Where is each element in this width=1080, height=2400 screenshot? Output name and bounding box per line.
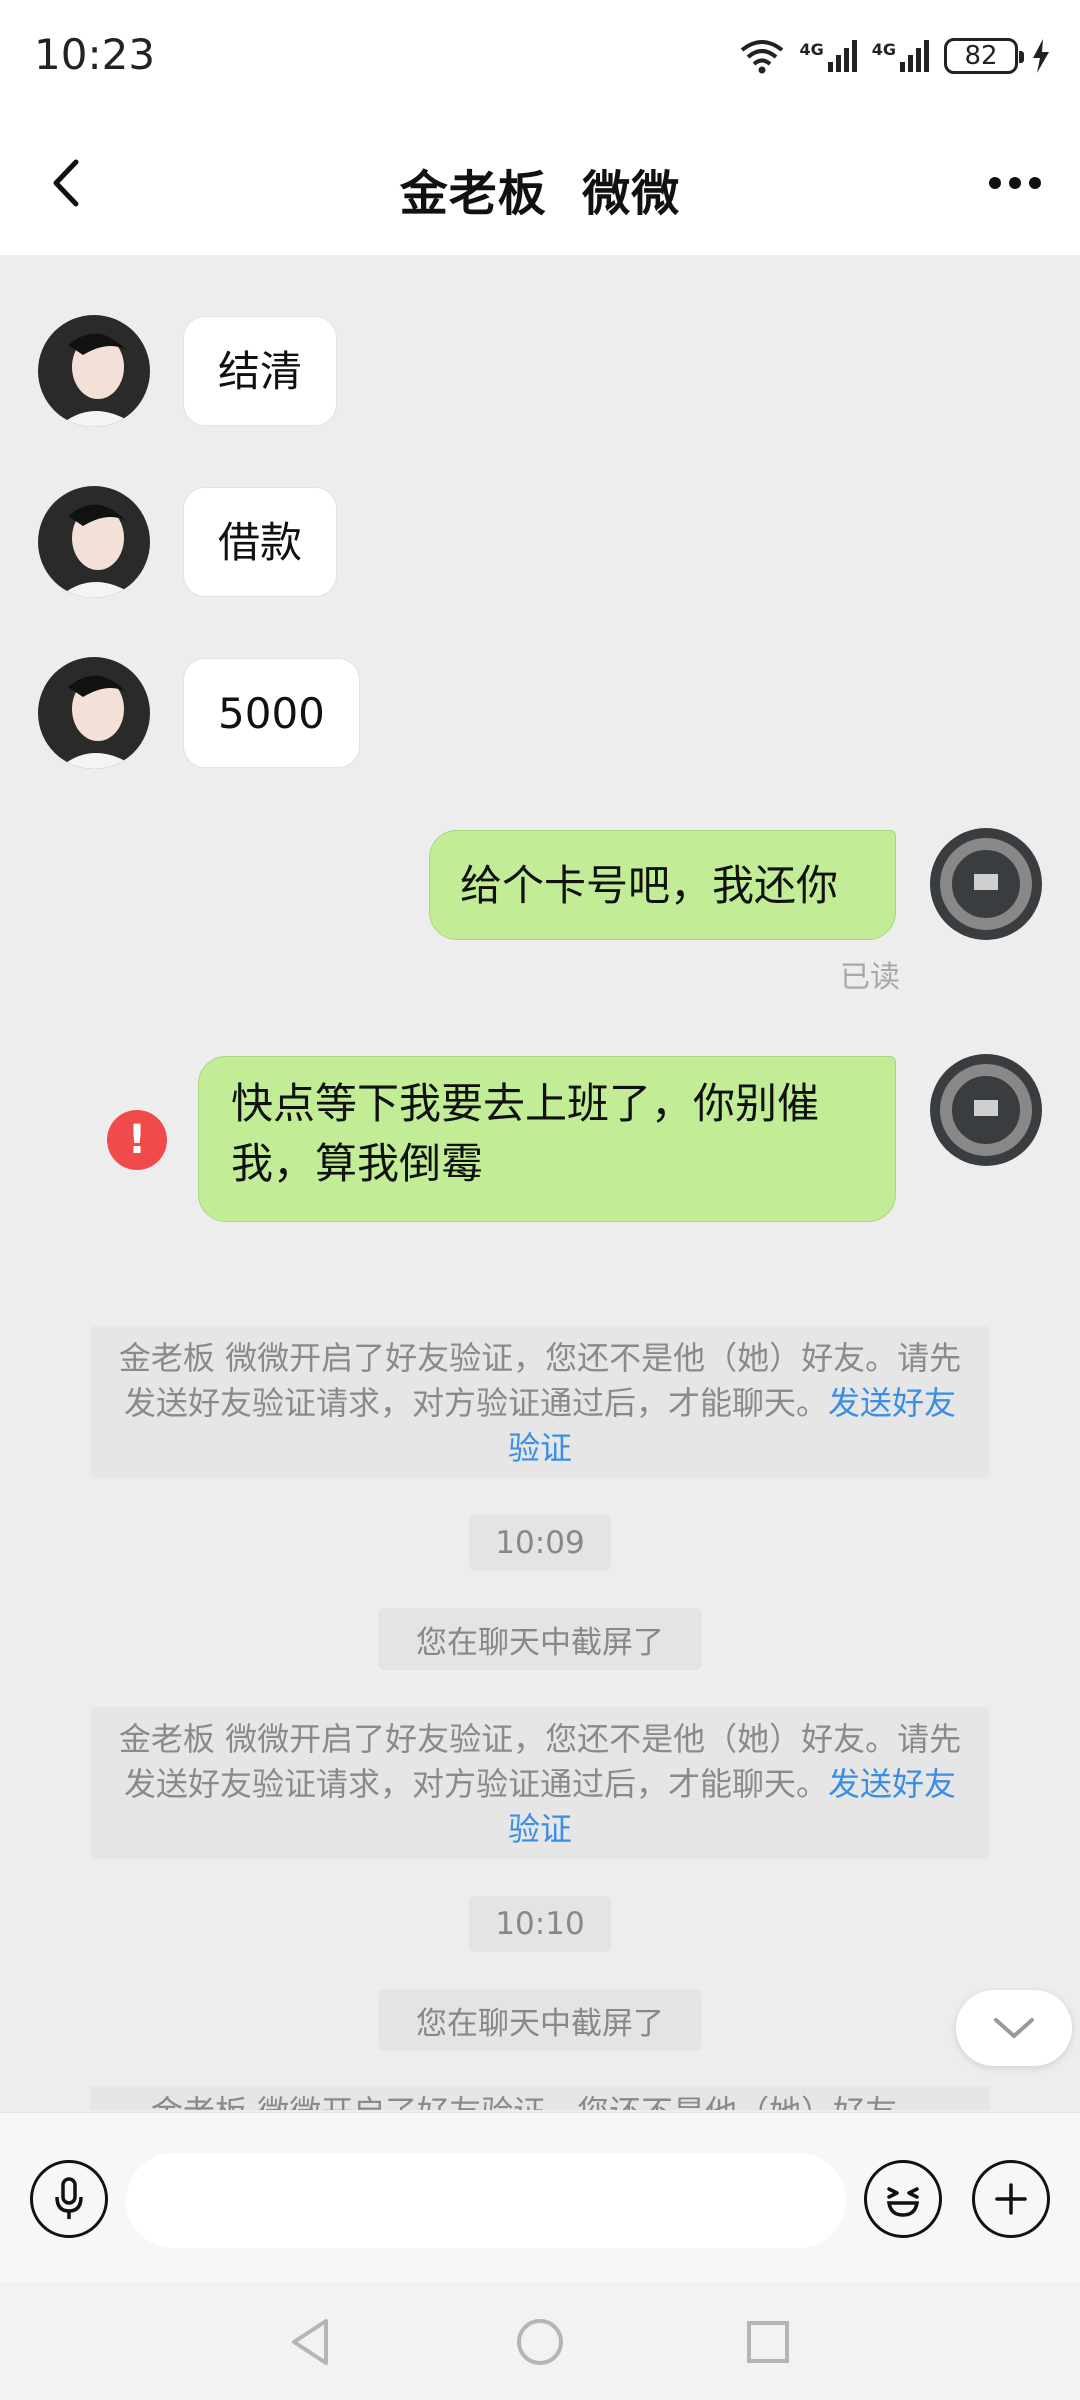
friend-verification-notice: 金老板 微微开启了好友验证，您还不是他（她）好友。请先发送好友验证请求，对方验证…	[90, 1707, 990, 1859]
plus-icon	[995, 2183, 1027, 2215]
avatar-image	[38, 486, 150, 598]
network-type-label: 4G	[871, 40, 896, 59]
my-avatar[interactable]	[930, 828, 1042, 940]
contact-avatar[interactable]	[38, 315, 150, 427]
chat-title: 金老板 微微	[399, 166, 681, 222]
ellipsis-icon	[989, 176, 1041, 189]
system-navigation-bar	[0, 2282, 1080, 2400]
chat-screen: 10:23 4G 4G 82 金老板 微微 结清 借款 5000 给个卡号吧，我…	[0, 0, 1080, 2400]
message-bubble-received[interactable]: 结清	[183, 316, 338, 426]
exclamation-icon[interactable]: !	[107, 1110, 167, 1170]
nav-back-button[interactable]	[280, 2312, 340, 2372]
voice-button[interactable]	[30, 2160, 108, 2238]
charging-bolt-icon	[1033, 39, 1049, 73]
input-bar	[0, 2112, 1080, 2283]
emoji-button[interactable]	[864, 2160, 942, 2238]
message-bubble-received[interactable]: 借款	[183, 487, 338, 597]
message-bubble-sent[interactable]: 快点等下我要去上班了，你别催我，算我倒霉	[198, 1056, 896, 1222]
avatar-image	[38, 657, 150, 769]
status-bar: 10:23 4G 4G 82	[0, 0, 1080, 110]
my-avatar[interactable]	[930, 1054, 1042, 1166]
chevron-down-icon	[994, 2018, 1034, 2038]
smiley-icon	[886, 2187, 920, 2217]
battery-indicator: 82	[944, 38, 1024, 74]
screenshot-notice: 您在聊天中截屏了	[378, 1989, 702, 2051]
signal-bars-icon	[827, 40, 857, 72]
status-time: 10:23	[34, 30, 156, 79]
friend-verification-notice: 金老板 微微开启了好友验证，您还不是他（她）好友。请先发送好友验证请求，对方验证…	[90, 1326, 990, 1478]
status-icons: 4G 4G 82	[739, 34, 1050, 78]
signal-2: 4G	[872, 40, 930, 72]
avatar-image	[930, 1054, 1042, 1166]
chat-header: 金老板 微微	[0, 110, 1080, 255]
more-button[interactable]	[980, 155, 1050, 210]
network-type-label: 4G	[799, 40, 824, 59]
timestamp: 10:10	[469, 1896, 611, 1952]
message-bubble-received[interactable]: 5000	[183, 658, 360, 768]
friend-verification-notice-clipped: 金老板 微微开启了好友验证，您还不是他（她）好友。	[90, 2086, 990, 2110]
avatar-image	[930, 828, 1042, 940]
avatar-image	[38, 315, 150, 427]
triangle-back-icon	[292, 2319, 328, 2365]
message-input[interactable]	[126, 2153, 846, 2248]
square-recents-icon	[747, 2321, 789, 2363]
signal-bars-icon	[900, 40, 929, 72]
signal-1: 4G	[799, 40, 857, 72]
screenshot-notice: 您在聊天中截屏了	[378, 1608, 702, 1670]
plus-button[interactable]	[972, 2160, 1050, 2238]
wifi-icon	[741, 40, 784, 74]
microphone-icon	[55, 2177, 83, 2219]
notice-text: 金老板 微微开启了好友验证，您还不是他（她）好友。	[90, 2090, 990, 2110]
read-receipt: 已读	[840, 960, 900, 995]
timestamp: 10:09	[469, 1515, 611, 1571]
circle-home-icon	[517, 2319, 563, 2365]
nav-recents-button[interactable]	[738, 2312, 798, 2372]
scroll-to-bottom-button[interactable]	[956, 1990, 1072, 2066]
nav-home-button[interactable]	[510, 2312, 570, 2372]
message-bubble-sent[interactable]: 给个卡号吧，我还你	[429, 830, 896, 940]
contact-avatar[interactable]	[38, 657, 150, 769]
contact-avatar[interactable]	[38, 486, 150, 598]
